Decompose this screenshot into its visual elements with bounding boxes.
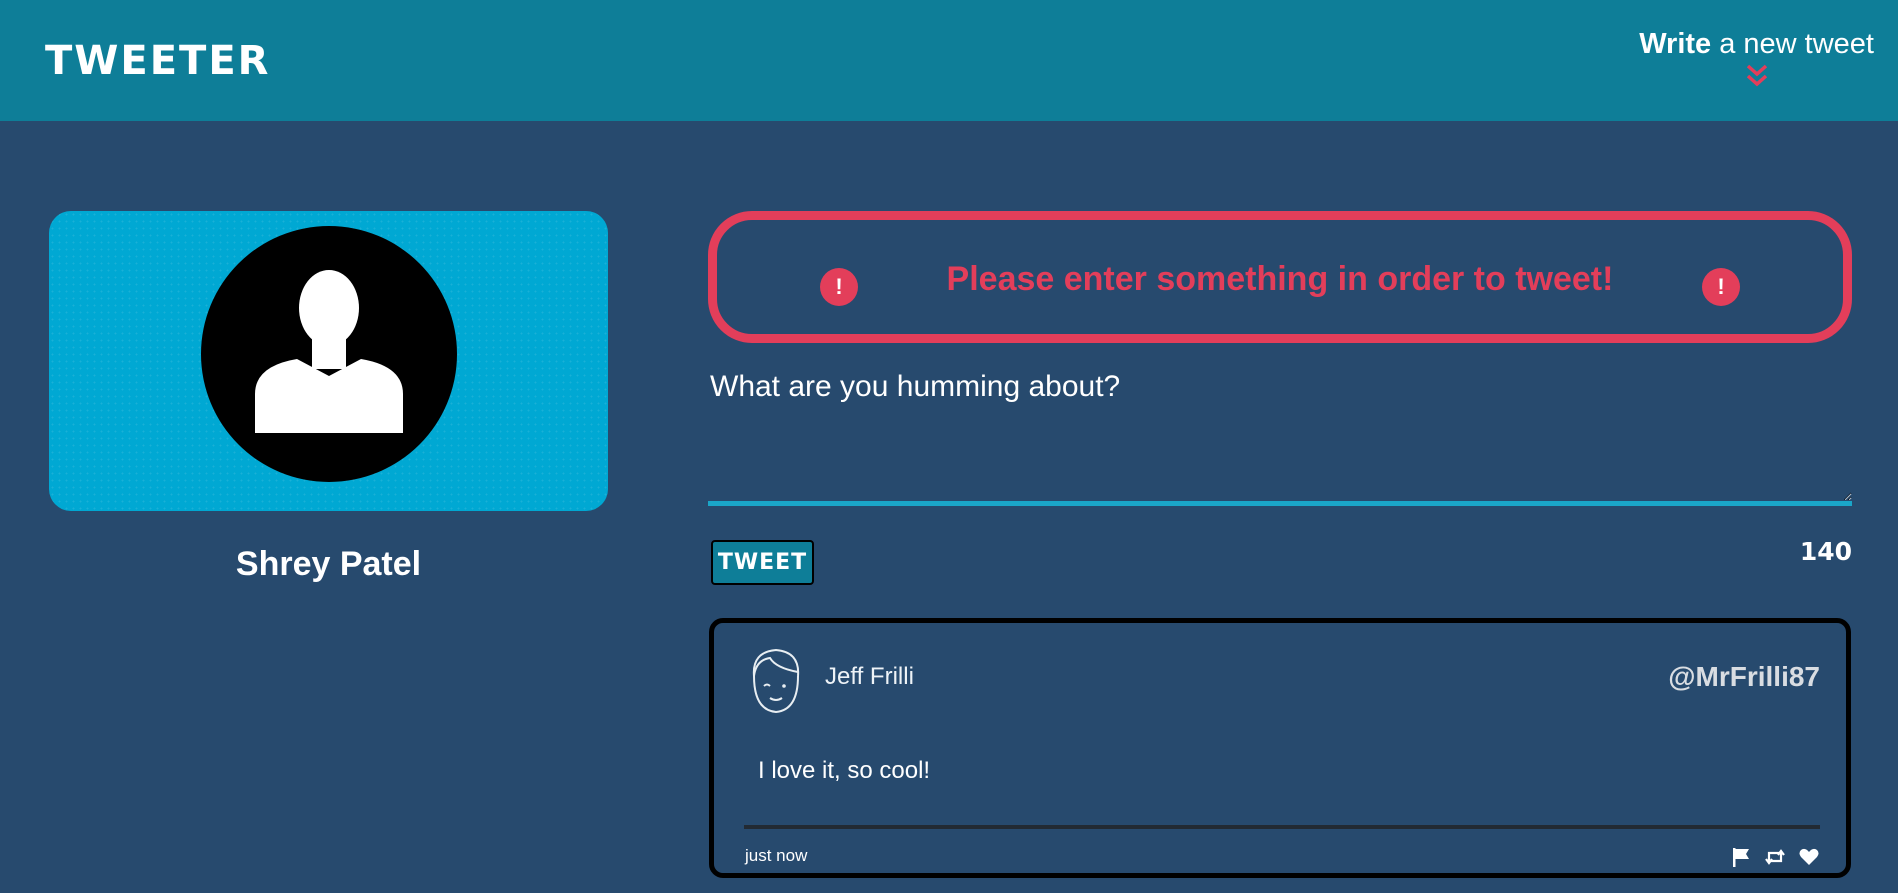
tweet-text: I love it, so cool! (758, 757, 931, 784)
error-alert: ! Please enter something in order to twe… (708, 211, 1852, 343)
error-message: Please enter something in order to tweet… (946, 260, 1614, 298)
compose-label: Write a new tweet (1639, 28, 1874, 60)
tweet-author-name: Jeff Frilli (825, 663, 914, 690)
tweet-divider (744, 825, 1820, 829)
retweet-icon[interactable] (1764, 846, 1786, 868)
profile-card (49, 211, 608, 511)
double-chevron-down-icon[interactable] (1745, 63, 1769, 89)
tweet-button[interactable]: TWEET (711, 540, 814, 585)
user-face-icon (752, 648, 800, 714)
character-counter: 140 (1799, 537, 1852, 566)
tweet-actions (1730, 846, 1820, 868)
brand-logo[interactable]: TWEETER (45, 38, 270, 84)
user-silhouette-icon (255, 270, 403, 433)
tweet-timestamp: just now (745, 846, 808, 865)
flag-icon[interactable] (1730, 846, 1752, 868)
heart-icon[interactable] (1798, 846, 1820, 868)
exclamation-circle-icon: ! (1702, 268, 1740, 306)
profile-name: Shrey Patel (235, 545, 422, 583)
compose-label-rest: a new tweet (1711, 28, 1874, 60)
tweet-input[interactable] (708, 370, 1852, 506)
write-tweet-toggle[interactable]: Write a new tweet (1639, 28, 1874, 89)
profile-avatar (201, 226, 457, 482)
navbar: TWEETER Write a new tweet (0, 0, 1898, 121)
compose-label-bold: Write (1639, 28, 1712, 60)
tweet-author-handle: @MrFrilli87 (1668, 661, 1820, 692)
tweet-card: Jeff Frilli @MrFrilli87 I love it, so co… (709, 618, 1851, 878)
